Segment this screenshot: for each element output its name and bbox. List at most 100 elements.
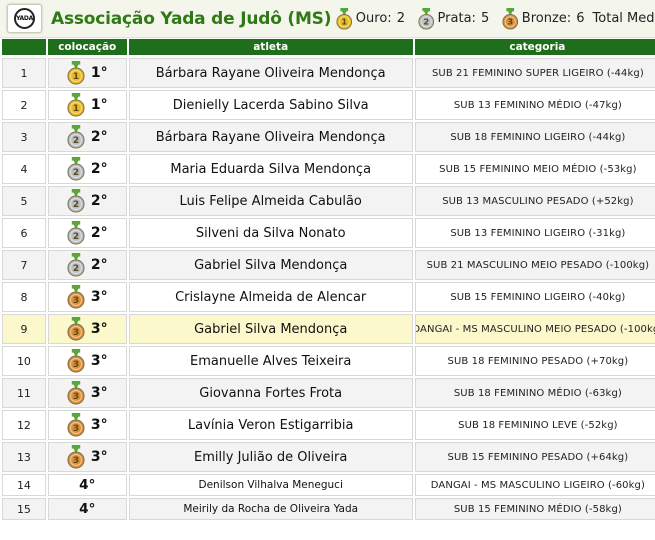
row-index-value: 11 bbox=[16, 386, 31, 400]
category-cell: SUB 13 FEMININO LIGEIRO (-31kg) bbox=[414, 218, 655, 248]
row-index: 2 bbox=[2, 90, 46, 120]
silver-count: 5 bbox=[481, 11, 490, 26]
athlete-cell: Maria Eduarda Silva Mendonça bbox=[128, 154, 413, 184]
table-body: 1 1 1° Bárbara Rayane Oliveira Mendonça SUB … bbox=[2, 58, 655, 520]
category-cell: DANGAI - MS MASCULINO MEIO PESADO (-100k… bbox=[414, 314, 655, 344]
placement-value: 3° bbox=[90, 385, 108, 401]
silver-medal-icon: 2 bbox=[67, 189, 85, 213]
placement-cell: 2 2° bbox=[47, 122, 127, 152]
row-index: 10 bbox=[2, 346, 46, 376]
row-index-value: 9 bbox=[20, 322, 28, 336]
bronze-medal-icon: 3 bbox=[67, 413, 85, 437]
category-name: SUB 18 FEMININO PESADO (+70kg) bbox=[447, 355, 629, 367]
athlete-cell: Bárbara Rayane Oliveira Mendonça bbox=[128, 58, 413, 88]
placement-value: 4° bbox=[79, 477, 96, 493]
row-index: 14 bbox=[2, 474, 46, 496]
athlete-name: Giovanna Fortes Frota bbox=[199, 385, 343, 401]
svg-text:3: 3 bbox=[73, 296, 79, 306]
club-header: YADA Associação Yada de Judô (MS) 1 Ouro… bbox=[0, 0, 655, 38]
category-cell: SUB 18 FEMININO LEVE (-52kg) bbox=[414, 410, 655, 440]
placement-cell: 2 2° bbox=[47, 186, 127, 216]
table-row: 4 2 2° Maria Eduarda Silva Mendonça SUB 15 F… bbox=[2, 154, 655, 184]
category-name: SUB 18 FEMININO MÉDIO (-63kg) bbox=[453, 387, 622, 399]
placement-cell: 3 3° bbox=[47, 282, 127, 312]
logo-disc: YADA bbox=[14, 8, 35, 29]
athlete-cell: Gabriel Silva Mendonça bbox=[128, 314, 413, 344]
row-index-value: 6 bbox=[20, 226, 28, 240]
row-index: 8 bbox=[2, 282, 46, 312]
row-index-value: 3 bbox=[20, 130, 28, 144]
athlete-name: Denilson Vilhalva Meneguci bbox=[198, 479, 343, 491]
category-name: SUB 15 FEMININO MÉDIO (-58kg) bbox=[453, 503, 622, 515]
gold-medal-icon: 1 bbox=[67, 61, 85, 85]
col-header-placement: colocação bbox=[47, 39, 127, 55]
table-row: 2 1 1° Dienielly Lacerda Sabino Silva SUB 13… bbox=[2, 90, 655, 120]
athlete-cell: Silveni da Silva Nonato bbox=[128, 218, 413, 248]
table-row: 6 2 2° Silveni da Silva Nonato SUB 13 FEMINI… bbox=[2, 218, 655, 248]
col-header-category: categoria bbox=[414, 39, 655, 55]
gold-medal-icon: 1 bbox=[336, 7, 353, 30]
athlete-name: Silveni da Silva Nonato bbox=[195, 225, 346, 241]
athlete-cell: Emilly Julião de Oliveira bbox=[128, 442, 413, 472]
bronze-count: 6 bbox=[576, 11, 585, 26]
athlete-name: Bárbara Rayane Oliveira Mendonça bbox=[155, 65, 386, 81]
svg-text:3: 3 bbox=[73, 392, 79, 402]
placement-cell: 3 3° bbox=[47, 442, 127, 472]
table-row: 1 1 1° Bárbara Rayane Oliveira Mendonça SUB … bbox=[2, 58, 655, 88]
category-name: SUB 13 MASCULINO PESADO (+52kg) bbox=[442, 195, 634, 207]
placement-value: 2° bbox=[90, 129, 108, 145]
placement-cell: 2 2° bbox=[47, 218, 127, 248]
athlete-cell: Dienielly Lacerda Sabino Silva bbox=[128, 90, 413, 120]
athlete-name: Gabriel Silva Mendonça bbox=[194, 257, 348, 273]
svg-text:3: 3 bbox=[73, 424, 79, 434]
table-row: 9 3 3° Gabriel Silva Mendonça DANGAI - MS MA… bbox=[2, 314, 655, 344]
category-cell: SUB 18 FEMININO PESADO (+70kg) bbox=[414, 346, 655, 376]
col-header-athlete: atleta bbox=[128, 39, 413, 55]
row-index: 15 bbox=[2, 498, 46, 520]
athlete-cell: Bárbara Rayane Oliveira Mendonça bbox=[128, 122, 413, 152]
svg-text:1: 1 bbox=[73, 72, 79, 82]
placement-value: 3° bbox=[90, 321, 108, 337]
svg-text:2: 2 bbox=[423, 16, 429, 26]
table-row: 7 2 2° Gabriel Silva Mendonça SUB 21 MASCULI… bbox=[2, 250, 655, 280]
bronze-medal-icon: 3 bbox=[67, 317, 85, 341]
category-name: SUB 13 FEMININO MÉDIO (-47kg) bbox=[453, 99, 622, 111]
category-cell: SUB 15 FEMININO LIGEIRO (-40kg) bbox=[414, 282, 655, 312]
svg-text:2: 2 bbox=[73, 200, 79, 210]
svg-text:3: 3 bbox=[73, 328, 79, 338]
category-name: SUB 15 FEMININO LIGEIRO (-40kg) bbox=[450, 291, 626, 303]
athlete-cell: Meirily da Rocha de Oliveira Yada bbox=[128, 498, 413, 520]
table-row: 8 3 3° Crislayne Almeida de Alencar SUB 15 F… bbox=[2, 282, 655, 312]
table-row: 13 3 3° Emilly Julião de Oliveira SUB 15 FEM… bbox=[2, 442, 655, 472]
category-name: SUB 18 FEMININO LIGEIRO (-44kg) bbox=[450, 131, 626, 143]
placement-value: 3° bbox=[90, 289, 108, 305]
category-cell: SUB 21 FEMININO SUPER LIGEIRO (-44kg) bbox=[414, 58, 655, 88]
placement-cell: 4° bbox=[47, 474, 127, 496]
row-index-value: 5 bbox=[20, 194, 28, 208]
placement-value: 2° bbox=[90, 193, 108, 209]
placement-cell: 1 1° bbox=[47, 58, 127, 88]
table-row: 10 3 3° Emanuelle Alves Teixeira SUB 18 FEMI… bbox=[2, 346, 655, 376]
category-name: SUB 15 FEMININO PESADO (+64kg) bbox=[447, 451, 629, 463]
category-cell: SUB 15 FEMININO MEIO MÉDIO (-53kg) bbox=[414, 154, 655, 184]
bronze-medal-icon: 3 bbox=[67, 285, 85, 309]
category-name: SUB 15 FEMININO MEIO MÉDIO (-53kg) bbox=[439, 163, 637, 175]
svg-text:2: 2 bbox=[73, 168, 79, 178]
athlete-name: Dienielly Lacerda Sabino Silva bbox=[172, 97, 369, 113]
athlete-name: Gabriel Silva Mendonça bbox=[194, 321, 348, 337]
row-index: 4 bbox=[2, 154, 46, 184]
club-name: Associação Yada de Judô (MS) bbox=[51, 8, 332, 29]
category-name: SUB 21 FEMININO SUPER LIGEIRO (-44kg) bbox=[431, 67, 644, 79]
placement-cell: 3 3° bbox=[47, 378, 127, 408]
table-row: 11 3 3° Giovanna Fortes Frota SUB 18 FEMININ… bbox=[2, 378, 655, 408]
table-row: 14 4° Denilson Vilhalva Meneguci DANGAI - M… bbox=[2, 474, 655, 496]
athlete-name: Meirily da Rocha de Oliveira Yada bbox=[183, 503, 359, 515]
row-index-value: 10 bbox=[16, 354, 31, 368]
bronze-label: Bronze: bbox=[521, 11, 572, 26]
table-row: 3 2 2° Bárbara Rayane Oliveira Mendonça SUB … bbox=[2, 122, 655, 152]
row-index: 6 bbox=[2, 218, 46, 248]
category-name: SUB 21 MASCULINO MEIO PESADO (-100kg) bbox=[426, 259, 650, 271]
placement-cell: 3 3° bbox=[47, 346, 127, 376]
row-index: 12 bbox=[2, 410, 46, 440]
club-logo: YADA bbox=[7, 4, 42, 33]
